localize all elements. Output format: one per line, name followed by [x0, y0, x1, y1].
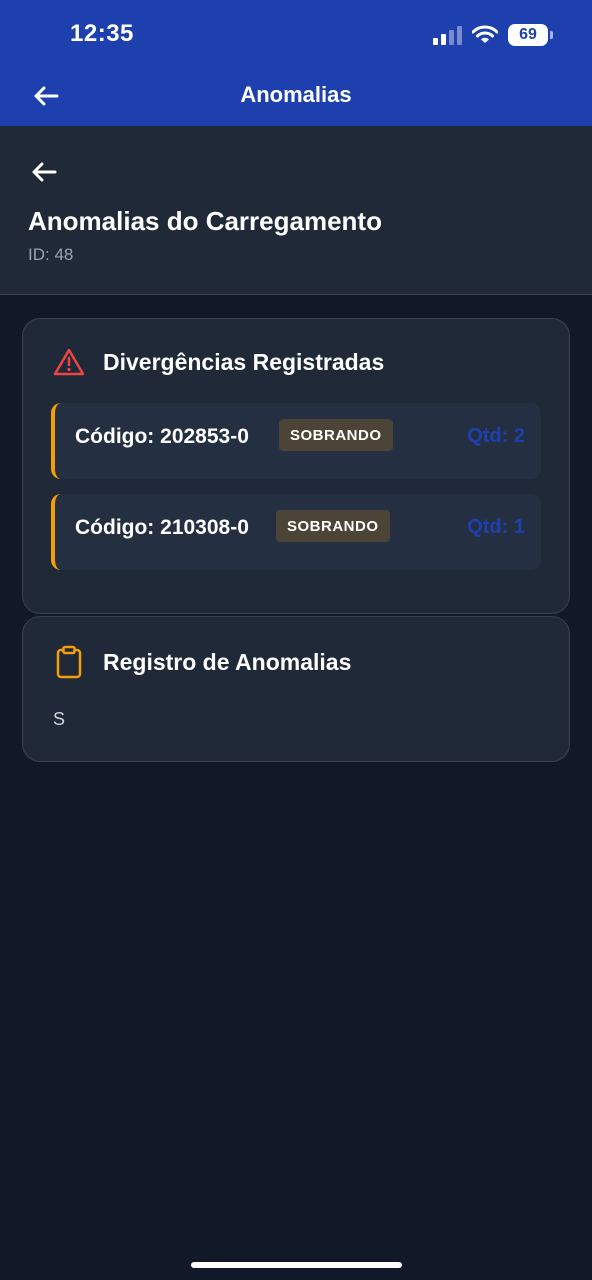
- item-code: Código: 210308-0: [75, 516, 249, 539]
- registry-heading-text: Registro de Anomalias: [103, 648, 352, 675]
- status-badge: SOBRANDO: [279, 419, 393, 451]
- registry-heading: Registro de Anomalias: [53, 645, 351, 679]
- page-subtitle: ID: 48: [28, 245, 74, 264]
- page-title: Anomalias do Carregamento: [28, 206, 382, 236]
- registry-card: Registro de Anomalias S: [22, 616, 570, 762]
- divergence-item[interactable]: Código: 202853-0 SOBRANDO Qtd: 2: [51, 403, 541, 479]
- warning-triangle-icon: [53, 348, 85, 376]
- wifi-icon: [472, 25, 498, 43]
- appbar-title: Anomalias: [240, 82, 352, 107]
- status-badge: SOBRANDO: [276, 510, 390, 542]
- item-code: Código: 202853-0: [75, 425, 249, 448]
- page-header: Anomalias do Carregamento ID: 48: [0, 126, 592, 295]
- status-icons: 69: [433, 22, 553, 48]
- divergences-heading: Divergências Registradas: [53, 347, 384, 377]
- page-back-button[interactable]: [28, 156, 60, 188]
- arrow-left-icon: [32, 162, 57, 182]
- divergence-item[interactable]: Código: 210308-0 SOBRANDO Qtd: 1: [51, 494, 541, 570]
- cellular-signal-icon: [433, 25, 462, 45]
- clipboard-icon: [56, 645, 82, 679]
- battery-indicator: 69: [508, 24, 553, 46]
- divergences-heading-text: Divergências Registradas: [103, 348, 385, 375]
- home-indicator[interactable]: [191, 1262, 402, 1268]
- status-time: 12:35: [70, 20, 134, 47]
- registry-text: S: [53, 709, 66, 729]
- item-quantity: Qtd: 1: [467, 516, 525, 538]
- divergences-card: Divergências Registradas Código: 202853-…: [22, 318, 570, 614]
- top-bar: 12:35 69 Anomalias: [0, 0, 592, 126]
- item-quantity: Qtd: 2: [467, 425, 525, 447]
